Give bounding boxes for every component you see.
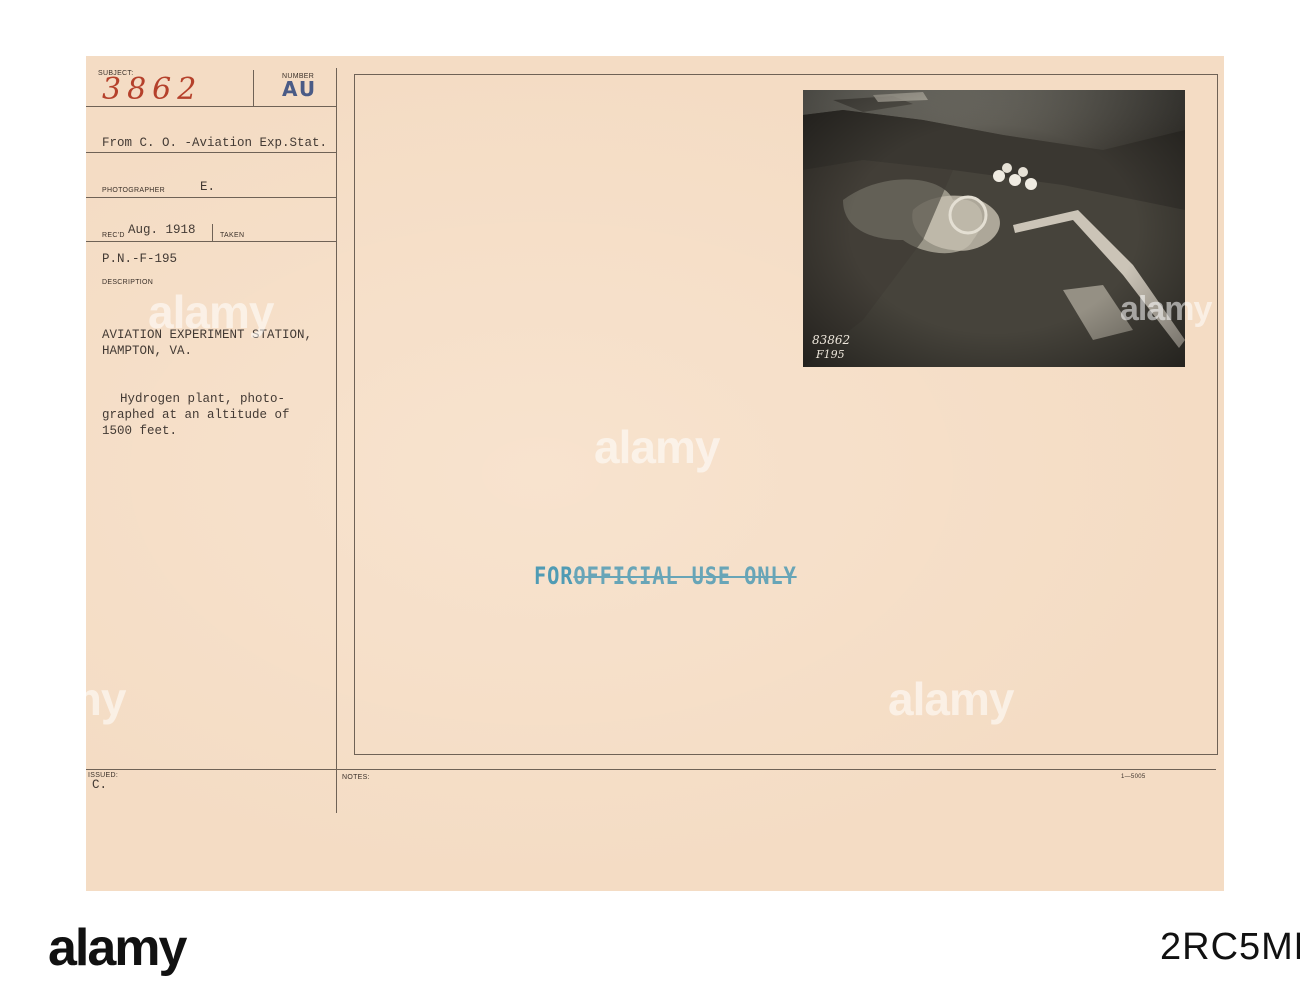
footer-image-id: 2RC5MR9 (1160, 926, 1300, 968)
watermark-5: alamy (1120, 290, 1212, 328)
desc-line2: graphed at an altitude of (102, 408, 290, 422)
watermark-2: alamy (594, 421, 720, 473)
from-underline (86, 152, 336, 153)
photo-annotation-code: F195 (816, 348, 845, 361)
taken-label: TAKEN (220, 232, 245, 239)
watermark-1: alamy (148, 286, 274, 338)
recd-value: Aug. 1918 (128, 223, 196, 237)
watermark-3: alamy (0, 673, 126, 725)
watermark-4: alamy (888, 673, 1014, 725)
photographer-underline (86, 197, 336, 198)
from-line: From C. O. -Aviation Exp.Stat. (102, 136, 328, 150)
recd-divider (212, 224, 213, 242)
photo-annotation-number: 83862 (812, 333, 851, 347)
subject-value: 3862 (102, 72, 203, 107)
form-code: 1—5005 (1121, 774, 1146, 780)
left-column-divider (336, 68, 337, 813)
notes-label: NOTES: (342, 774, 370, 781)
recd-underline (86, 241, 336, 242)
desc-line1: Hydrogen plant, photo- (120, 392, 286, 406)
official-use-stamp: FOROFFICIAL USE ONLY (534, 562, 797, 590)
footer-logo: alamy (48, 919, 187, 977)
subject-divider (253, 70, 254, 106)
issued-value: C. (92, 778, 108, 792)
photographer-value: E. (200, 180, 216, 194)
number-value: AU (282, 77, 318, 101)
location-line2: HAMPTON, VA. (102, 344, 193, 358)
description-label: DESCRIPTION (102, 279, 154, 286)
desc-line3: 1500 feet. (102, 424, 178, 438)
recd-label: REC'D (102, 232, 125, 239)
photographer-label: PHOTOGRAPHER (102, 187, 165, 194)
stamp-struck-text: OFFICIAL USE ONLY (573, 562, 797, 590)
pn-value: P.N.-F-195 (102, 252, 178, 266)
stamp-for: FOR (534, 562, 574, 590)
bottom-rule (86, 769, 1216, 770)
